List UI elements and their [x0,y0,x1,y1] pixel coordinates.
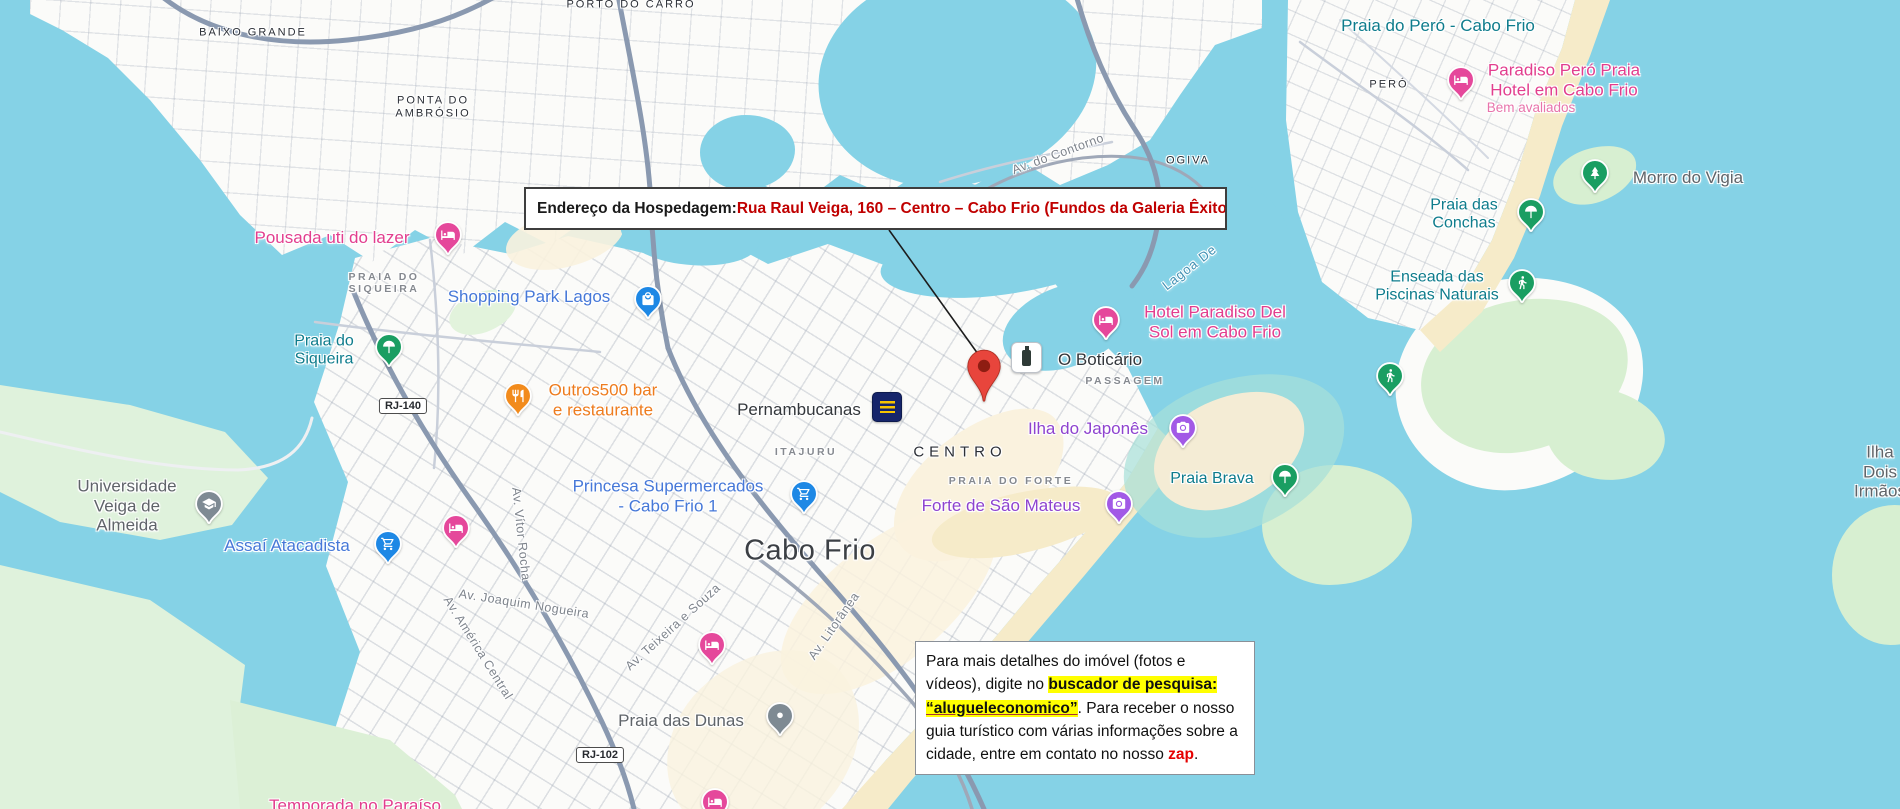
map-label-morro-do-vigia[interactable]: Morro do Vigia [1633,168,1743,188]
map-label-praia-das-dunas[interactable]: Praia das Dunas [618,711,744,731]
map-label-itajuru: ITAJURU [775,446,837,458]
destination-pin[interactable] [966,349,1002,408]
map-pin-assai-store[interactable] [373,530,403,571]
map-label-praia-das-conchas[interactable]: Praia das Conchas [1430,197,1498,234]
map-label-centro: CENTRO [913,443,1006,460]
map-pin-morro-do-vigia-park[interactable] [1580,159,1610,200]
map-pin-piscinas-naturais-trail[interactable] [1507,269,1537,310]
map-label-shopping-park-lagos[interactable]: Shopping Park Lagos [448,287,611,307]
map-label-ponta-do-ambrosio: PONTA DO AMBRÓSIO [395,94,470,119]
map-label-baixo-grande: BAIXO GRANDE [199,27,307,40]
map-pin-praia-brava-beach[interactable] [1270,463,1300,504]
map-label-paradiso-pero-praia-hotel[interactable]: Paradiso Peró Praia Hotel em Cabo Frio [1488,60,1640,99]
map-pin-pousada-uti-hotel[interactable] [433,221,463,262]
camera-icon [1113,498,1125,509]
info-box: Para mais detalhes do imóvel (fotos e ví… [915,641,1255,775]
map-pin-hotel-teixeira[interactable] [697,631,727,672]
map-pin-hotel-paradiso-del-sol[interactable] [1091,306,1121,347]
map-label-passagem: PASSAGEM [1085,375,1164,387]
route-badge-rj-102: RJ-102 [576,747,624,763]
map-label-porto-do-carro: PORTO DO CARRO [566,0,695,11]
address-callout-label: Endereço da Hospedagem: [537,200,737,218]
map-label-cabo-frio-city: Cabo Frio [744,534,876,567]
map-pin-princesa-store[interactable] [789,480,819,521]
dot-icon [777,712,783,718]
map-pin-praia-do-siqueira-beach[interactable] [374,333,404,374]
map-label-assai-atacadista[interactable]: Assaí Atacadista [224,536,350,556]
map-label-enseada-piscinas-naturais[interactable]: Enseada das Piscinas Naturais [1375,269,1499,306]
map-label-hotel-paradiso-del-sol[interactable]: Hotel Paradiso Del Sol em Cabo Frio [1144,302,1286,341]
map-label-praia-brava[interactable]: Praia Brava [1170,470,1254,488]
map-canvas[interactable]: BAIXO GRANDE PORTO DO CARRO PONTA DO AMBRÓ… [0,0,1900,809]
map-pin-hotel-sul[interactable] [700,788,730,809]
map-pin-trail-east[interactable] [1375,362,1405,403]
camera-icon [1177,422,1189,433]
map-pin-hotel-vitor-rocha[interactable] [441,514,471,555]
map-label-outros500-bar[interactable]: Outros500 bar e restaurante [549,380,658,419]
map-label-ilha-do-japones[interactable]: Ilha do Japonês [1028,419,1148,439]
map-label-universidade-veiga[interactable]: Universidade Veiga de Almeida [77,477,176,536]
map-label-praia-do-forte: PRAIA DO FORTE [949,475,1073,487]
map-label-ogiva: OGIVA [1166,155,1210,168]
info-text-segment: “alugueleconomico” [926,700,1078,717]
info-text-segment: buscador de pesquisa: [1048,676,1217,693]
map-pin-shopping-park-lagos-mall[interactable] [633,285,663,326]
map-label-praia-do-siqueira-district: PRAIA DO SIQUEIRA [349,271,420,295]
info-text-segment: . [1194,746,1198,763]
map-label-ilha-dois-irmaos[interactable]: Ilha Dois Irmãos [1854,443,1900,502]
map-pin-ilha-do-japones-photo[interactable] [1168,414,1198,455]
map-label-pero-district: PERÓ [1369,79,1408,92]
map-label-pousada-uti-do-lazer[interactable]: Pousada uti do lazer [255,228,410,248]
pernambucanas-logo-icon[interactable] [872,392,902,422]
map-label-o-boticario[interactable]: O Boticário [1058,350,1142,370]
map-pin-paradiso-pero-hotel[interactable] [1446,66,1476,107]
map-label-temporada-no-paraiso[interactable]: Temporada no Paraíso [269,796,441,809]
map-label-praia-do-pero-cabo-frio[interactable]: Praia do Peró - Cabo Frio [1341,16,1535,36]
address-callout: Endereço da Hospedagem: Rua Raul Veiga, … [524,187,1227,230]
perfume-bottle-icon [1022,350,1031,366]
address-callout-value: Rua Raul Veiga, 160 – Centro – Cabo Frio… [737,200,1227,218]
info-text-segment: zap [1168,746,1194,763]
map-pin-outros500-restaurant[interactable] [503,382,533,423]
map-pin-forte-sao-mateus-photo[interactable] [1104,490,1134,531]
map-pin-universidade-school[interactable] [194,490,224,531]
map-label-princesa-supermercados[interactable]: Princesa Supermercados - Cabo Frio 1 [573,476,764,515]
map-pin-praia-das-conchas-beach[interactable] [1516,198,1546,239]
map-label-forte-de-sao-mateus[interactable]: Forte de São Mateus [922,496,1081,516]
map-label-praia-do-siqueira[interactable]: Praia do Siqueira [294,333,354,370]
map-label-bem-avaliados[interactable]: Bem avaliados [1487,100,1576,116]
map-label-pernambucanas[interactable]: Pernambucanas [737,400,861,420]
map-pin-praia-das-dunas-spot[interactable] [765,702,795,743]
route-badge-rj-140: RJ-140 [379,398,427,414]
o-boticario-store-icon[interactable] [1011,342,1042,373]
logo-stripes [880,401,895,413]
